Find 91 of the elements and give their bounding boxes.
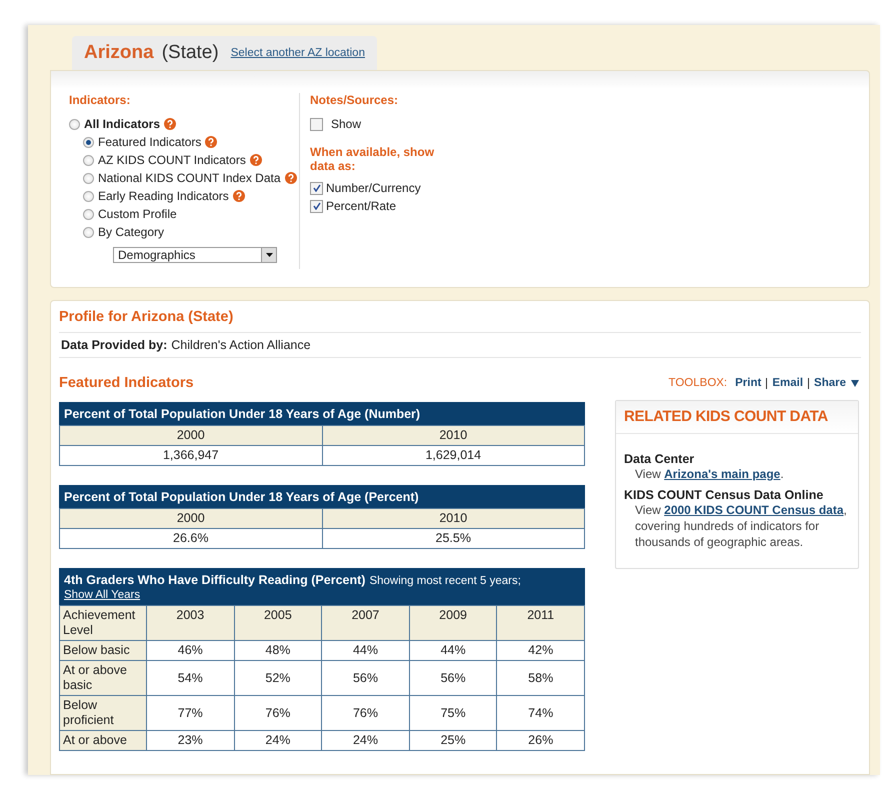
column-header: 2010 [322, 426, 584, 446]
column-header: 2005 [234, 606, 322, 640]
table-title: Percent of Total Population Under 18 Years of Age (Percent) [59, 485, 585, 508]
select-location-link[interactable]: Select another AZ location [230, 47, 365, 59]
checkbox-label[interactable]: Number/Currency [326, 181, 421, 195]
table-cell: 23% [146, 730, 234, 750]
table-cell: 76% [234, 696, 322, 730]
checkbox[interactable] [310, 118, 323, 130]
toolbox-link[interactable]: Email [772, 377, 804, 389]
column-header: 2007 [322, 606, 410, 640]
column-header: 2000 [60, 426, 322, 446]
show-all-years-link[interactable]: Show All Years [64, 589, 140, 601]
checkbox[interactable] [310, 200, 323, 212]
table-cell: 24% [234, 730, 322, 750]
help-icon[interactable] [164, 118, 176, 130]
table-cell: 44% [409, 640, 497, 660]
related-text: View 2000 KIDS COUNT Census data, covering hundreds of indicators for thousands of geographic areas. [634, 502, 848, 550]
help-icon[interactable] [232, 190, 245, 202]
table-cell: 25.5% [322, 528, 584, 548]
option-label[interactable]: National KIDS COUNT Index Data [98, 171, 281, 185]
checkbox-label[interactable]: Percent/Rate [326, 199, 396, 213]
option-label[interactable]: Featured Indicators [98, 135, 202, 149]
option-label[interactable]: All Indicators [84, 117, 160, 131]
table-cell: 1,629,014 [322, 446, 584, 466]
table-title: Percent of Total Population Under 18 Years of Age (Number) [59, 402, 585, 425]
category-dropdown[interactable]: Demographics [113, 247, 277, 263]
toolbox-label: TOOLBOX: [668, 377, 728, 389]
checkbox-label[interactable]: Show [331, 117, 362, 131]
table-cell: 56% [409, 660, 497, 696]
row-label: At or above [60, 730, 146, 750]
related-link[interactable]: 2000 KIDS COUNT Census data [664, 503, 844, 517]
table-cell: 58% [496, 660, 584, 696]
table-note: Showing most recent 5 years; [369, 575, 521, 587]
table-cell: 76% [322, 696, 410, 730]
radio-button[interactable] [83, 190, 94, 202]
radio-button[interactable] [83, 226, 94, 238]
checkbox[interactable] [310, 182, 323, 194]
radio-button[interactable] [83, 154, 94, 166]
option-label[interactable]: By Category [98, 225, 164, 239]
help-icon[interactable] [250, 154, 262, 166]
option-label[interactable]: Early Reading Indicators [98, 189, 229, 203]
table-cell: 56% [322, 660, 410, 696]
radio-button[interactable] [69, 118, 80, 130]
column-header: 2003 [146, 606, 234, 640]
option-label[interactable]: AZ KIDS COUNT Indicators [98, 153, 246, 167]
column-header: 2009 [409, 606, 497, 640]
indicators-label: Indicators: [69, 93, 132, 107]
location-name: Arizona [84, 42, 154, 64]
radio-button[interactable] [83, 136, 94, 148]
related-text: View Arizona's main page. [634, 466, 785, 482]
related-heading: KIDS COUNT Census Data Online [624, 488, 824, 502]
row-label: Below proficient [60, 696, 146, 730]
help-icon[interactable] [205, 136, 218, 148]
radio-button[interactable] [83, 208, 94, 220]
display-label: When available, show data as: [310, 145, 436, 173]
profile-title: Profile for Arizona (State) [59, 307, 861, 333]
table-cell: 1,366,947 [60, 446, 322, 466]
table-cell: 26% [496, 730, 584, 750]
table-cell: 46% [146, 640, 234, 660]
table-cell: 52% [234, 660, 322, 696]
caret-icon[interactable] [851, 380, 859, 386]
column-header: 2000 [60, 508, 322, 528]
table-cell: 24% [322, 730, 410, 750]
section-title: Featured Indicators [59, 375, 195, 391]
table-cell: 77% [146, 696, 234, 730]
option-label[interactable]: Custom Profile [98, 207, 177, 221]
table-cell: 26.6% [60, 528, 322, 548]
related-title: RELATED KIDS COUNT DATA [616, 401, 858, 434]
related-heading: Data Center [624, 452, 696, 466]
table-cell: 44% [322, 640, 410, 660]
related-link[interactable]: Arizona's main page [664, 467, 780, 481]
row-label: Below basic [60, 640, 146, 660]
table-cell: 42% [496, 640, 584, 660]
data-provider-text: Data Provided by: Children's Action Alliance [59, 333, 861, 358]
table-cell: 48% [234, 640, 322, 660]
help-icon[interactable] [284, 172, 297, 184]
table-cell: 25% [409, 730, 497, 750]
table-cell: 75% [409, 696, 497, 730]
caret-icon [266, 253, 272, 257]
radio-button[interactable] [83, 172, 94, 184]
notes-label: Notes/Sources: [310, 93, 400, 107]
column-header: 2011 [496, 606, 584, 640]
toolbox-link[interactable]: Share [814, 377, 846, 389]
location-type: (State) [162, 42, 219, 64]
column-header: 2010 [322, 508, 584, 528]
table-cell: 74% [496, 696, 584, 730]
table-title: 4th Graders Who Have Difficulty Reading (Percent) [64, 573, 366, 587]
toolbox-link[interactable]: Print [735, 377, 762, 389]
column-header: Achievement Level [60, 606, 146, 640]
row-label: At or above basic [60, 660, 146, 696]
table-cell: 54% [146, 660, 234, 696]
